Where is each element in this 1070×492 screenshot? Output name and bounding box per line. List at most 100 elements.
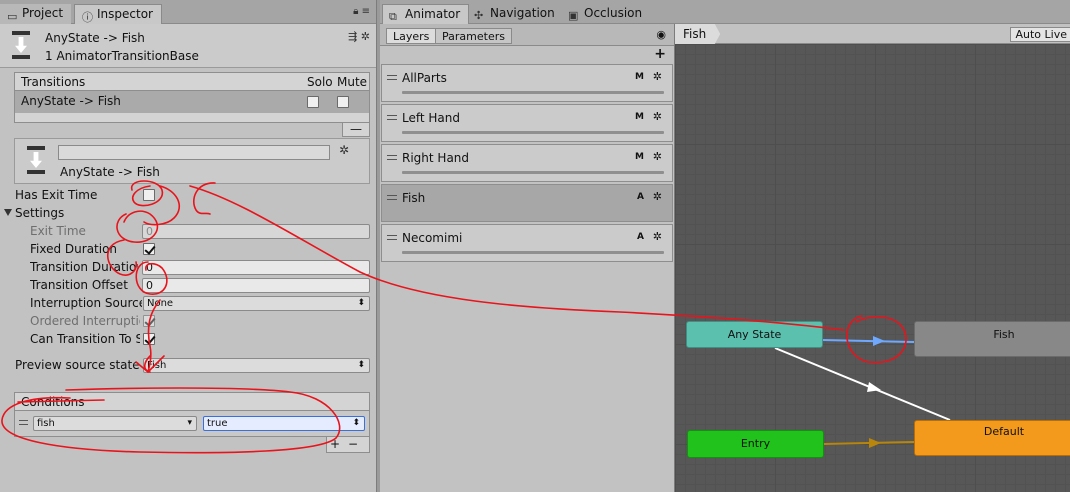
tab-inspector[interactable]: ⓘ Inspector [74,4,162,24]
preview-source-state-row: Preview source state Fish ⬍ [0,357,376,375]
gear-icon[interactable]: ✲ [653,70,662,83]
drag-handle-icon[interactable] [387,155,397,160]
layer-item-necomimi[interactable]: Necomimi A ✲ [381,224,673,262]
layer-badge: M [635,72,644,82]
gear-icon[interactable]: ✲ [653,230,662,243]
state-node-any-state[interactable]: Any State [686,321,823,348]
tab-window-buttons: 🔒︎ ≡ [353,6,370,17]
header-tools: ⇶ ✲ [348,30,370,43]
transition-offset-row: Transition Offset 0 [0,277,376,295]
dropdown-arrow-icon: ▾ [187,418,192,428]
add-layer-button[interactable]: + [654,46,666,62]
mute-checkbox[interactable] [337,96,349,108]
ordered-interruption-checkbox[interactable] [143,315,155,327]
condition-parameter-dropdown[interactable]: fish ▾ [33,416,197,431]
dropdown-arrows-icon: ⬍ [357,298,365,308]
left-tab-bar: ▭ Project ⓘ Inspector 🔒︎ ≡ [0,0,376,24]
exit-time-row: Exit Time 0 [0,223,376,241]
gear-icon[interactable]: ✲ [361,30,370,43]
layer-weight-bar [402,131,664,134]
transition-icon [27,146,45,174]
transitions-list-header: Transitions Solo Mute [14,72,370,91]
layer-item-left-hand[interactable]: Left Hand M ✲ [381,104,673,142]
fixed-duration-checkbox[interactable] [143,243,155,255]
transition-row[interactable]: AnyState -> Fish [14,91,370,113]
drag-handle-icon[interactable] [387,195,397,200]
layer-weight-bar [402,251,664,254]
transition-anystate-default[interactable] [774,347,951,421]
state-node-entry[interactable]: Entry [687,430,824,458]
inspector-subtitle: 1 AnimatorTransitionBase [45,49,199,63]
can-transition-to-self-checkbox[interactable] [143,333,155,345]
layer-item-fish[interactable]: Fish A ✲ [381,184,673,222]
solo-checkbox[interactable] [307,96,319,108]
layers-parameters-tabs: Layers Parameters ◉ [380,24,674,46]
layer-badge: M [635,152,644,162]
has-exit-time-row: Has Exit Time [0,187,376,205]
condition-row[interactable]: fish ▾ true ⬍ [14,411,370,437]
layer-item-allparts[interactable]: AllParts M ✲ [381,64,673,102]
tab-animator[interactable]: ⧉ Animator [382,4,470,24]
gear-icon[interactable]: ✲ [653,110,662,123]
settings-foldout[interactable]: Settings [0,205,376,223]
menu-icon[interactable]: ≡ [362,6,370,17]
tab-parameters[interactable]: Parameters [435,28,512,44]
tab-navigation[interactable]: ✣ Navigation [468,4,563,24]
fixed-duration-row: Fixed Duration [0,241,376,259]
foldout-arrow-icon [4,209,12,216]
ordered-interruption-row: Ordered Interruption [0,313,376,331]
transition-name-input[interactable] [58,145,330,160]
occlusion-icon: ▣ [568,9,579,22]
transition-detail-box: ✲ AnyState -> Fish [14,138,370,184]
transition-offset-field[interactable]: 0 [142,278,370,293]
transition-icon [12,31,30,59]
transition-anystate-fish[interactable] [822,339,915,343]
layer-badge: A [637,192,644,202]
inspector-panel: ▭ Project ⓘ Inspector 🔒︎ ≡ AnyState -> F… [0,0,376,492]
conditions-list: Conditions fish ▾ true ⬍ +− [14,392,370,453]
lock-icon[interactable]: 🔒︎ [353,6,358,17]
transition-arrow-icon [873,336,885,346]
state-node-fish[interactable]: Fish [914,321,1070,357]
exit-time-field[interactable]: 0 [142,224,370,239]
preset-icon[interactable]: ⇶ [348,30,357,43]
conditions-header: Conditions [14,392,370,411]
gear-icon[interactable]: ✲ [339,143,349,157]
tab-occlusion[interactable]: ▣ Occlusion [562,4,650,24]
condition-add-remove-buttons: +− [326,437,370,453]
tab-layers[interactable]: Layers [386,28,437,44]
add-condition-button[interactable]: + [330,437,348,451]
transition-duration-field[interactable]: 0 [142,260,370,275]
mute-header: Mute [337,75,368,89]
gear-icon[interactable]: ✲ [653,190,662,203]
gear-icon[interactable]: ✲ [653,150,662,163]
tab-project[interactable]: ▭ Project [0,4,72,24]
state-node-default[interactable]: Default [914,420,1070,456]
inspector-header: AnyState -> Fish 1 AnimatorTransitionBas… [0,24,376,68]
layer-weight-bar [402,171,664,174]
drag-handle-icon[interactable] [19,420,28,425]
has-exit-time-checkbox[interactable] [143,189,155,201]
transitions-list: Transitions Solo Mute AnyState -> Fish — [14,72,370,137]
dropdown-arrows-icon: ⬍ [352,418,360,428]
can-transition-to-self-row: Can Transition To Self [0,331,376,349]
condition-value-dropdown[interactable]: true ⬍ [203,416,365,431]
drag-handle-icon[interactable] [387,75,397,80]
remove-transition-button[interactable]: — [342,123,370,137]
drag-handle-icon[interactable] [387,235,397,240]
remove-condition-button[interactable]: − [348,437,366,451]
layer-item-right-hand[interactable]: Right Hand M ✲ [381,144,673,182]
layer-badge: M [635,112,644,122]
dropdown-arrows-icon: ⬍ [357,360,365,370]
transition-name-label: AnyState -> Fish [60,165,160,179]
drag-handle-icon[interactable] [387,115,397,120]
eye-icon[interactable]: ◉ [656,28,666,41]
transition-arrow-icon [869,438,881,448]
state-machine-graph[interactable]: Fish Auto Live Any State Fish Entry Defa… [675,24,1070,492]
solo-header: Solo [307,75,333,89]
preview-source-state-dropdown[interactable]: Fish ⬍ [143,358,370,373]
interruption-source-row: Interruption Source None ⬍ [0,295,376,313]
transition-row-name: AnyState -> Fish [21,94,121,108]
interruption-source-dropdown[interactable]: None ⬍ [143,296,370,311]
inspector-title: AnyState -> Fish [45,31,145,45]
